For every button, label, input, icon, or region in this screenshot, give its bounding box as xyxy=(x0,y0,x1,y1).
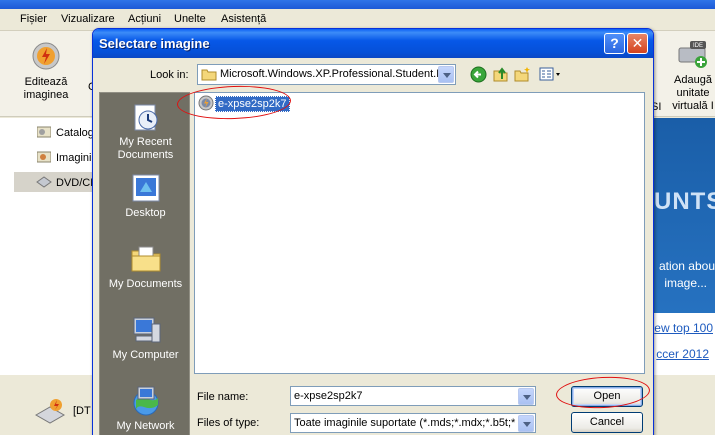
select-image-dialog: Selectare imagine ? ✕ Look in: Microsoft… xyxy=(92,28,654,435)
place-my-recent-documents[interactable]: My Recent Documents xyxy=(100,101,191,162)
edit-image-label-1: Editează xyxy=(24,76,68,88)
my-computer-icon xyxy=(133,317,160,343)
place-my-network[interactable]: My Network xyxy=(100,385,191,433)
sidebar-item-images[interactable]: Imagini xyxy=(56,152,91,164)
close-button[interactable]: ✕ xyxy=(627,33,648,54)
look-in-label: Look in: xyxy=(150,69,189,81)
help-button[interactable]: ? xyxy=(604,33,625,54)
file-name-label: File name: xyxy=(197,391,249,403)
file-name-value: e-xpse2sp2k7 xyxy=(294,390,363,402)
disc-image-icon xyxy=(198,95,214,111)
menu-view[interactable]: Vizualizare xyxy=(61,13,115,25)
place-label-my-computer: My Computer xyxy=(112,349,179,361)
place-my-documents[interactable]: My Documents xyxy=(100,243,191,291)
file-type-label: Files of type: xyxy=(197,417,260,429)
promo-line-2: image... xyxy=(664,276,707,290)
promo-line-1: ation abou xyxy=(658,259,715,273)
views-menu-icon[interactable] xyxy=(539,66,563,83)
promo-links-panel: ew top 100 ccer 2012 xyxy=(650,313,715,375)
add-drive-label-1: Adaugă xyxy=(674,74,712,86)
place-desktop[interactable]: Desktop xyxy=(100,172,191,220)
place-my-computer[interactable]: My Computer xyxy=(100,314,191,362)
my-documents-icon xyxy=(131,246,160,272)
place-label-my-documents: My Documents xyxy=(108,278,183,290)
file-name-dropdown-arrow[interactable] xyxy=(518,388,534,405)
new-folder-icon[interactable] xyxy=(514,66,531,83)
desktop-icon xyxy=(132,174,159,202)
promo-link-top100[interactable]: ew top 100 xyxy=(654,321,713,335)
look-in-combo[interactable]: Microsoft.Windows.XP.Professional.Studen… xyxy=(197,64,456,85)
promo-link-soccer[interactable]: ccer 2012 xyxy=(656,347,709,361)
file-type-select[interactable]: Toate imaginile suportate (*.mds;*.mdx;*… xyxy=(290,413,536,433)
background-titlebar xyxy=(0,0,715,9)
dialog-title: Selectare imagine xyxy=(99,36,210,51)
cancel-button[interactable]: Cancel xyxy=(571,412,643,433)
promo-big-text: UNTSP xyxy=(654,188,715,215)
ide-badge-text: IDE xyxy=(693,43,703,49)
add-drive-label-2: unitate xyxy=(676,87,710,99)
open-button[interactable]: Open xyxy=(571,386,643,407)
file-type-dropdown-arrow[interactable] xyxy=(518,415,534,432)
bottom-drive-label: [DT xyxy=(73,405,91,417)
edit-image-icon xyxy=(32,42,60,70)
edit-image-button[interactable]: Editează imaginea xyxy=(22,40,70,102)
menu-tools[interactable]: Unelte xyxy=(174,13,206,25)
look-in-dropdown-arrow[interactable] xyxy=(438,66,454,83)
sidebar-item-catalog[interactable]: Catalog xyxy=(56,127,94,139)
file-list[interactable]: e-xpse2sp2k7 xyxy=(194,92,645,374)
place-label-my-network: My Network xyxy=(116,420,175,432)
up-folder-icon[interactable] xyxy=(492,66,509,83)
menu-actions[interactable]: Acțiuni xyxy=(128,13,161,25)
add-drive-label-3: virtuală I xyxy=(672,100,714,112)
folder-icon xyxy=(201,69,217,81)
catalog-icon xyxy=(36,126,52,138)
file-type-value: Toate imaginile suportate (*.mds;*.mdx;*… xyxy=(294,417,516,429)
virtual-drive-icon xyxy=(34,399,66,424)
images-icon xyxy=(36,151,52,163)
add-drive-icon: IDE xyxy=(678,41,707,68)
dialog-titlebar[interactable]: Selectare imagine ? ✕ xyxy=(93,29,653,58)
add-virtual-drive-button[interactable]: IDE Adaugă unitate virtuală I xyxy=(668,40,715,113)
file-name-input[interactable]: e-xpse2sp2k7 xyxy=(290,386,536,406)
place-label-desktop: Desktop xyxy=(125,207,166,219)
recent-documents-icon xyxy=(134,104,157,131)
back-icon[interactable] xyxy=(470,66,487,83)
my-network-icon xyxy=(133,386,158,416)
edit-image-label-2: imaginea xyxy=(23,89,69,101)
menu-help[interactable]: Asistență xyxy=(221,13,266,25)
dvd-icon xyxy=(36,176,52,188)
look-in-value: Microsoft.Windows.XP.Professional.Studen… xyxy=(220,68,438,80)
menu-file[interactable]: Fișier xyxy=(20,13,47,25)
places-bar: My Recent Documents Desktop My Documents xyxy=(99,92,190,435)
place-label-recent: My Recent Documents xyxy=(117,136,174,161)
file-item-name: e-xpse2sp2k7 xyxy=(215,96,290,112)
